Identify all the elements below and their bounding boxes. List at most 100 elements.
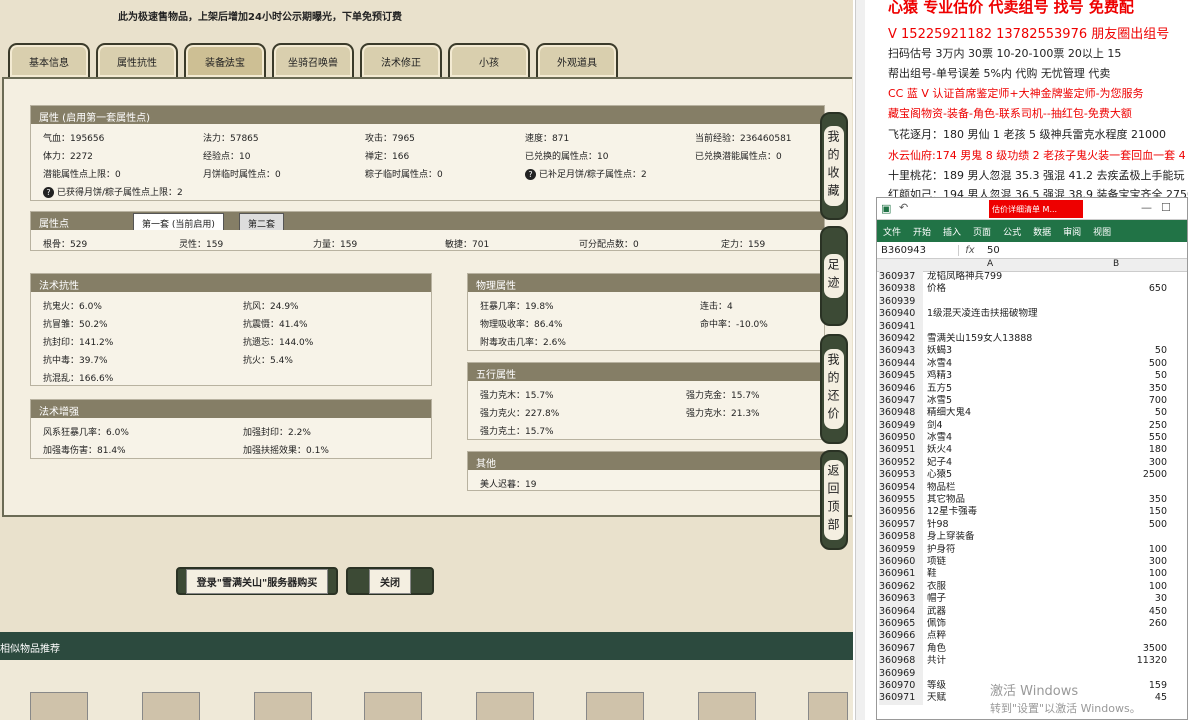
row-number[interactable]: 360961 <box>879 568 923 581</box>
cell-a[interactable]: 心猿5 <box>927 469 1087 481</box>
row-number[interactable]: 360963 <box>879 593 923 606</box>
table-row[interactable]: 360942 雪满关山159女人13888 <box>877 332 1188 346</box>
table-row[interactable]: 360960 项链 300 <box>877 555 1188 569</box>
table-row[interactable]: 360948 精细大鬼4 50 <box>877 407 1188 420</box>
avatar[interactable] <box>698 692 756 720</box>
cell-b[interactable]: 450 <box>1089 606 1167 618</box>
row-number[interactable]: 360958 <box>879 531 923 544</box>
cell-a[interactable]: 妖蝎3 <box>927 345 1087 357</box>
row-number[interactable]: 360951 <box>879 444 923 457</box>
ribbon-tab[interactable]: 公式 <box>997 225 1027 238</box>
cell-a[interactable]: 物品栏 <box>927 482 1087 494</box>
cell-a[interactable]: 龙韬凤略神兵799 <box>927 271 1087 283</box>
tab-set-two[interactable]: 第二套 <box>239 213 285 230</box>
row-number[interactable]: 360965 <box>879 617 923 631</box>
row-number[interactable]: 360960 <box>879 555 923 569</box>
cell-b[interactable]: 100 <box>1089 544 1167 556</box>
cell-a[interactable]: 五方5 <box>927 383 1087 395</box>
table-row[interactable]: 360969 <box>877 667 1188 680</box>
cell-a[interactable]: 妃子4 <box>927 457 1087 469</box>
table-row[interactable]: 360956 12星卡强毒 150 <box>877 506 1188 519</box>
table-row[interactable]: 360952 妃子4 300 <box>877 456 1188 470</box>
maximize-icon[interactable]: ☐ <box>1161 201 1171 214</box>
cell-a[interactable]: 针98 <box>927 519 1087 531</box>
tab-attributes[interactable]: 属性抗性 <box>96 43 178 77</box>
column-header-b[interactable]: B <box>1113 259 1119 269</box>
cell-b[interactable]: 260 <box>1089 618 1167 630</box>
cell-b[interactable]: 2500 <box>1089 469 1167 481</box>
formula-input[interactable]: 50 <box>981 245 1000 256</box>
row-number[interactable]: 360947 <box>879 394 923 408</box>
column-header-a[interactable]: A <box>987 259 993 269</box>
cell-b[interactable]: 350 <box>1089 494 1167 506</box>
cell-a[interactable]: 鸡精3 <box>927 370 1087 382</box>
cell-b[interactable]: 159 <box>1089 680 1167 692</box>
table-row[interactable]: 360963 帽子 30 <box>877 593 1188 606</box>
cell-a[interactable]: 雪满关山159女人13888 <box>927 333 1087 345</box>
cell-b[interactable]: 500 <box>1089 358 1167 370</box>
cell-a[interactable]: 点粹 <box>927 630 1087 642</box>
row-number[interactable]: 360938 <box>879 283 923 296</box>
cell-a[interactable]: 共计 <box>927 655 1087 667</box>
avatar[interactable] <box>364 692 422 720</box>
table-row[interactable]: 360955 其它物品 350 <box>877 494 1188 507</box>
row-number[interactable]: 360940 <box>879 308 923 321</box>
table-row[interactable]: 360950 冰雪4 550 <box>877 432 1188 445</box>
table-row[interactable]: 360968 共计 11320 <box>877 655 1188 668</box>
table-row[interactable]: 360947 冰雪5 700 <box>877 394 1188 408</box>
cell-a[interactable]: 冰雪5 <box>927 395 1087 407</box>
row-number[interactable]: 360944 <box>879 357 923 371</box>
cell-b[interactable]: 350 <box>1089 383 1167 395</box>
row-number[interactable]: 360945 <box>879 370 923 383</box>
cell-a[interactable]: 护身符 <box>927 544 1087 556</box>
table-row[interactable]: 360943 妖蝎3 50 <box>877 345 1188 358</box>
table-row[interactable]: 360967 角色 3500 <box>877 642 1188 656</box>
back-to-top-button[interactable]: 返回顶部 <box>820 450 848 550</box>
table-row[interactable]: 360945 鸡精3 50 <box>877 370 1188 383</box>
table-row[interactable]: 360941 <box>877 320 1188 333</box>
cell-a[interactable]: 项链 <box>927 556 1087 568</box>
excel-save-icon[interactable]: ▣ <box>881 202 891 215</box>
avatar[interactable] <box>254 692 312 720</box>
table-row[interactable]: 360959 护身符 100 <box>877 543 1188 556</box>
tab-appearance[interactable]: 外观道具 <box>536 43 618 77</box>
row-number[interactable]: 360948 <box>879 407 923 420</box>
row-number[interactable]: 360969 <box>879 667 923 680</box>
cell-a[interactable]: 身上穿装备 <box>927 531 1087 543</box>
avatar[interactable] <box>808 692 848 720</box>
favorites-button[interactable]: 我的收藏 <box>820 112 848 220</box>
ribbon-tab[interactable]: 开始 <box>907 225 937 238</box>
spreadsheet-grid[interactable]: 360937 龙韬凤略神兵799 360938 价格 650 360939 360940 1级… <box>877 271 1188 705</box>
row-number[interactable]: 360971 <box>879 692 923 705</box>
cell-a[interactable]: 其它物品 <box>927 494 1087 506</box>
footprint-button[interactable]: 足迹 <box>820 226 848 326</box>
cell-a[interactable]: 角色 <box>927 643 1087 655</box>
ribbon-tab[interactable]: 文件 <box>877 225 907 238</box>
row-number[interactable]: 360939 <box>879 295 923 309</box>
row-number[interactable]: 360956 <box>879 506 923 519</box>
row-number[interactable]: 360942 <box>879 332 923 346</box>
row-number[interactable]: 360968 <box>879 655 923 668</box>
ribbon-tab[interactable]: 插入 <box>937 225 967 238</box>
row-number[interactable]: 360946 <box>879 382 923 395</box>
cell-b[interactable]: 550 <box>1089 432 1167 444</box>
cell-a[interactable]: 佩饰 <box>927 618 1087 630</box>
login-buy-button[interactable]: 登录"雪满关山"服务器购买 <box>176 567 338 595</box>
ribbon-tab[interactable]: 审阅 <box>1057 225 1087 238</box>
ribbon-tab[interactable]: 视图 <box>1087 225 1117 238</box>
cell-a[interactable]: 剑4 <box>927 420 1087 432</box>
row-number[interactable]: 360950 <box>879 432 923 445</box>
avatar[interactable] <box>586 692 644 720</box>
cell-a[interactable]: 1级混天凌连击扶摇破物理 <box>927 308 1087 320</box>
cell-b[interactable]: 3500 <box>1089 643 1167 655</box>
cell-b[interactable]: 300 <box>1089 556 1167 568</box>
table-row[interactable]: 360944 冰雪4 500 <box>877 357 1188 371</box>
cell-a[interactable]: 冰雪4 <box>927 358 1087 370</box>
table-row[interactable]: 360953 心猿5 2500 <box>877 469 1188 482</box>
cell-b[interactable]: 50 <box>1089 345 1167 357</box>
cell-b[interactable]: 180 <box>1089 444 1167 456</box>
cell-b[interactable]: 50 <box>1089 370 1167 382</box>
table-row[interactable]: 360965 佩饰 260 <box>877 617 1188 631</box>
cell-b[interactable]: 150 <box>1089 506 1167 518</box>
row-number[interactable]: 360953 <box>879 469 923 482</box>
